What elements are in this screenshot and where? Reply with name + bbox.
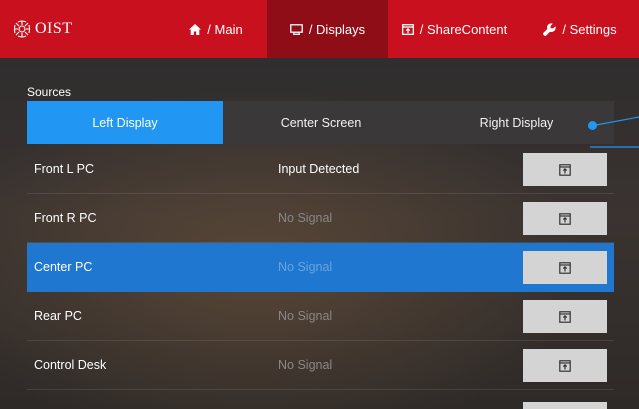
source-status: Input Detected xyxy=(278,162,360,176)
source-name: Control Desk xyxy=(34,358,107,372)
source-row-control-desk[interactable]: Control Desk No Signal xyxy=(27,341,614,390)
source-status: No Signal xyxy=(278,260,333,274)
route-source-button[interactable] xyxy=(523,300,607,333)
tab-center-screen[interactable]: Center Screen xyxy=(223,101,419,144)
top-navigation-bar: OIST / Main / Displays / ShareContent / … xyxy=(0,0,639,58)
input-select-icon xyxy=(559,261,571,274)
nav-main-label: / Main xyxy=(207,21,243,37)
annotation-dot xyxy=(588,121,597,130)
route-source-button[interactable] xyxy=(523,202,607,235)
source-name: Rear PC xyxy=(34,309,82,323)
tab-center-screen-label: Center Screen xyxy=(280,115,362,130)
source-row-front-l-pc[interactable]: Front L PC Input Detected xyxy=(27,145,614,194)
route-source-button[interactable] xyxy=(523,153,607,186)
oist-logo[interactable]: OIST xyxy=(0,0,165,58)
input-select-icon xyxy=(559,163,571,176)
source-name: Front L PC xyxy=(34,162,94,176)
route-source-button[interactable] xyxy=(523,251,607,284)
tab-left-display-label: Left Display xyxy=(92,115,158,130)
source-list: Front L PC Input Detected Front R PC No … xyxy=(27,145,614,390)
nav-displays[interactable]: / Displays xyxy=(267,0,388,58)
source-status: No Signal xyxy=(278,358,333,372)
nav-main[interactable]: / Main xyxy=(165,0,267,58)
nav-share-content[interactable]: / ShareContent xyxy=(388,0,521,58)
nav-settings[interactable]: / Settings xyxy=(521,0,639,58)
oist-emblem-icon xyxy=(13,20,31,38)
source-row-center-pc[interactable]: Center PC No Signal xyxy=(27,243,614,292)
sources-panel: Sources Left Display Center Screen Right… xyxy=(0,58,639,409)
nav-displays-label: / Displays xyxy=(308,21,366,37)
display-tabs: Left Display Center Screen Right Display xyxy=(27,101,614,144)
logo-text: OIST xyxy=(35,20,73,37)
sources-heading: Sources xyxy=(27,85,72,99)
tab-right-display-label: Right Display xyxy=(479,115,554,130)
tab-left-display[interactable]: Left Display xyxy=(27,101,223,144)
display-icon xyxy=(289,23,303,35)
home-icon xyxy=(189,23,202,35)
route-source-button-partial[interactable] xyxy=(523,402,607,409)
source-row-rear-pc[interactable]: Rear PC No Signal xyxy=(27,292,614,341)
source-status: No Signal xyxy=(278,211,333,225)
nav-share-content-label: / ShareContent xyxy=(419,21,508,37)
tab-right-display[interactable]: Right Display xyxy=(419,101,614,144)
input-select-icon xyxy=(559,212,571,225)
input-select-icon xyxy=(559,310,571,323)
wrench-icon xyxy=(543,22,557,36)
nav-settings-label: / Settings xyxy=(562,21,617,37)
source-status: No Signal xyxy=(278,309,333,323)
share-content-icon xyxy=(401,23,414,35)
input-select-icon xyxy=(559,359,571,372)
source-row-front-r-pc[interactable]: Front R PC No Signal xyxy=(27,194,614,243)
source-name: Center PC xyxy=(34,260,93,274)
route-source-button[interactable] xyxy=(523,349,607,382)
source-name: Front R PC xyxy=(34,211,97,225)
